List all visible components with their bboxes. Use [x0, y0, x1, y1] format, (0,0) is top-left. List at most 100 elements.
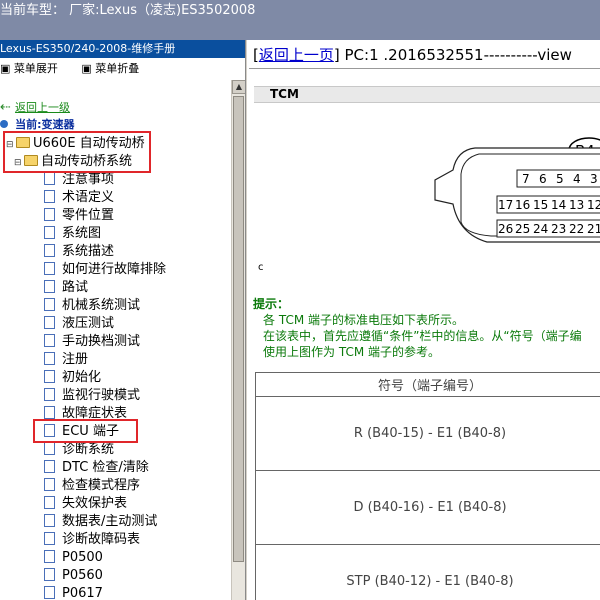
tree-item[interactable]: DTC 检查/清除: [44, 459, 149, 477]
pin: 3: [590, 172, 598, 186]
tree-item[interactable]: P0500: [44, 549, 103, 567]
terminal-table: 符号（端子编号） R (B40-15) - E1 (B40-8) D (B40-…: [255, 372, 600, 600]
table-row: R (B40-15) - E1 (B40-8): [255, 396, 600, 471]
tree-item[interactable]: 手动换档测试: [44, 333, 140, 351]
tree-item-label: 手动换档测试: [62, 334, 141, 349]
pin: 26: [498, 222, 513, 236]
tree-item-label: 如何进行故障排除: [62, 262, 167, 277]
page-header: [返回上一页] PC:1 .2016532551----------view: [253, 46, 572, 64]
document-icon: [44, 208, 55, 221]
collapse-all-label: 菜单折叠: [95, 62, 140, 75]
pin: 5: [556, 172, 564, 186]
tree-item-label: 系统描述: [62, 244, 115, 259]
document-icon: [44, 316, 55, 329]
tree-toolbar: ▣ 菜单展开 ▣ 菜单折叠: [0, 58, 245, 80]
collapse-all-button[interactable]: ▣ 菜单折叠: [81, 62, 149, 75]
pin: 22: [569, 222, 584, 236]
tree-item-label: 路试: [62, 280, 89, 295]
tree-item[interactable]: P0560: [44, 567, 103, 585]
document-icon: [44, 478, 55, 491]
document-icon: [44, 388, 55, 401]
document-icon: [44, 514, 55, 527]
document-icon: [44, 172, 55, 185]
back-link-row[interactable]: ⇠ 返回上一级: [0, 99, 70, 117]
document-icon: [44, 280, 55, 293]
document-icon: [44, 226, 55, 239]
pin: 6: [539, 172, 547, 186]
pin: 16: [515, 198, 530, 212]
table-row: D (B40-16) - E1 (B40-8): [255, 470, 600, 545]
tree-item[interactable]: 监视行驶模式: [44, 387, 140, 405]
tree-item-label: 数据表/主动测试: [62, 514, 158, 529]
pin: 12: [587, 198, 600, 212]
tree-item[interactable]: 诊断故障码表: [44, 531, 140, 549]
table-header-row: 符号（端子编号）: [255, 372, 600, 397]
tree-item-label: 液压测试: [62, 316, 115, 331]
tree-item-label: 系统图: [62, 226, 102, 241]
document-icon: [44, 298, 55, 311]
document-icon: [44, 370, 55, 383]
tree-item-label: 诊断故障码表: [62, 532, 141, 547]
title-bar: 当前车型： 厂家:Lexus（凌志)ES3502008: [0, 0, 600, 40]
scroll-thumb[interactable]: [233, 96, 244, 562]
tree-item-label: 机械系统测试: [62, 298, 141, 313]
content-panel: [返回上一页] PC:1 .2016532551----------view T…: [247, 40, 600, 600]
document-icon: [44, 442, 55, 455]
left-panel: Lexus-ES350/240-2008-维修手册 ▣ 菜单展开 ▣ 菜单折叠 …: [0, 40, 246, 600]
pin: 17: [498, 198, 513, 212]
tree-item[interactable]: 诊断系统: [44, 441, 114, 459]
tree-item[interactable]: P0617: [44, 585, 103, 600]
back-arrow-icon: ⇠: [0, 100, 11, 115]
tree-item[interactable]: 路试: [44, 279, 88, 297]
document-icon: [44, 352, 55, 365]
pin: 14: [551, 198, 566, 212]
document-icon: [44, 550, 55, 563]
pin: 7: [522, 172, 530, 186]
tree-item[interactable]: 注册: [44, 351, 88, 369]
pin: 24: [533, 222, 548, 236]
tree-item[interactable]: 术语定义: [44, 189, 114, 207]
tree-item-label: 诊断系统: [62, 442, 115, 457]
document-icon: [44, 586, 55, 599]
side-mark: c: [258, 262, 264, 273]
table-cell: R (B40-15) - E1 (B40-8): [255, 396, 600, 471]
expand-all-button[interactable]: ▣ 菜单展开: [0, 62, 68, 75]
tree-item[interactable]: 数据表/主动测试: [44, 513, 157, 531]
document-icon: [44, 244, 55, 257]
window-title: 当前车型： 厂家:Lexus（凌志)ES3502008: [0, 3, 256, 18]
document-icon: [44, 334, 55, 347]
tree-item[interactable]: 初始化: [44, 369, 101, 387]
table-header: 符号（端子编号）: [255, 372, 600, 397]
tree-item[interactable]: 系统图: [44, 225, 101, 243]
tree-item-label: 初始化: [62, 370, 102, 385]
document-icon: [44, 532, 55, 545]
tree-item[interactable]: 系统描述: [44, 243, 114, 261]
hint-line: 在该表中，首先应遵循“条件”栏中的信息。从“符号（端子编: [263, 329, 582, 343]
expand-all-label: 菜单展开: [13, 62, 58, 75]
tree-item[interactable]: 检查模式程序: [44, 477, 140, 495]
hint-line: 使用上图作为 TCM 端子的参考。: [263, 345, 440, 359]
tree-item[interactable]: 零件位置: [44, 207, 114, 225]
back-page-link[interactable]: 返回上一页: [259, 46, 334, 64]
hint-line: 各 TCM 端子的标准电压如下表所示。: [263, 313, 464, 327]
hint-title: 提示：: [253, 297, 290, 311]
tree-item-label: 零件位置: [62, 208, 115, 223]
tree-item[interactable]: 注意事项: [44, 171, 114, 189]
tree-item[interactable]: 液压测试: [44, 315, 114, 333]
pin: 23: [551, 222, 566, 236]
tree-item-label: DTC 检查/清除: [62, 460, 149, 475]
left-scrollbar[interactable]: ▲: [231, 80, 245, 600]
table-cell: STP (B40-12) - E1 (B40-8): [255, 544, 600, 600]
document-icon: [44, 568, 55, 581]
scroll-up-icon[interactable]: ▲: [232, 80, 245, 94]
tree-item[interactable]: 机械系统测试: [44, 297, 140, 315]
manual-header: Lexus-ES350/240-2008-维修手册: [0, 40, 245, 58]
tree-item[interactable]: 失效保护表: [44, 495, 127, 513]
current-label: 当前:变速器: [15, 118, 75, 131]
divider: [249, 68, 600, 69]
highlight-box: [33, 419, 138, 443]
table-row: STP (B40-12) - E1 (B40-8): [255, 544, 600, 600]
back-link[interactable]: 返回上一级: [15, 101, 70, 114]
tree-item[interactable]: 如何进行故障排除: [44, 261, 166, 279]
tree-view: ⇠ 返回上一级 当前:变速器 ⊟ U660E 自动传动桥 ⊟ 自动传动桥系统 注意事…: [0, 94, 232, 600]
